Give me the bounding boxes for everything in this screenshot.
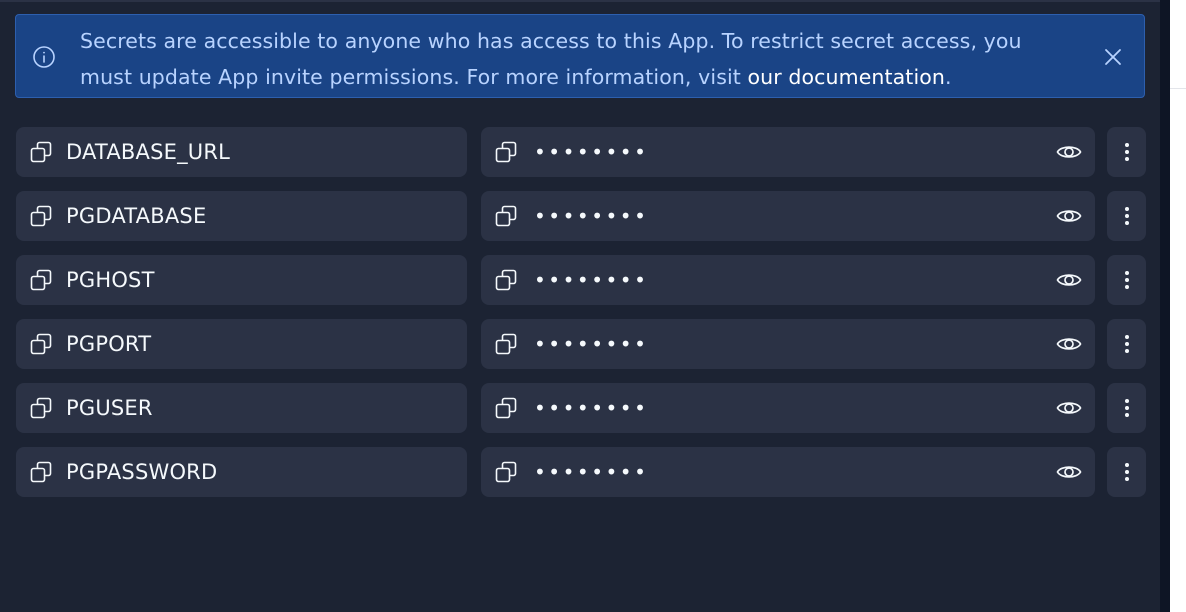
secret-row-pgpassword: PGPASSWORD •••••••• [0,447,1160,497]
copy-icon[interactable] [29,396,53,420]
kebab-menu-icon [1125,143,1129,161]
info-icon [33,46,55,68]
secret-key-field[interactable]: PGPORT [16,319,467,369]
eye-icon[interactable] [1056,332,1082,356]
secret-masked-value: •••••••• [534,268,649,292]
copy-icon[interactable] [29,204,53,228]
secret-masked-value: •••••••• [534,140,649,164]
copy-icon[interactable] [494,140,518,164]
kebab-menu-icon [1125,271,1129,289]
eye-icon[interactable] [1056,396,1082,420]
secret-row-pguser: PGUSER •••••••• [0,383,1160,433]
secret-menu-button[interactable] [1107,447,1146,497]
secret-value-field[interactable]: •••••••• [481,383,1095,433]
panel-edge [1160,0,1170,612]
kebab-menu-icon [1125,463,1129,481]
secret-value-field[interactable]: •••••••• [481,127,1095,177]
secret-row-database-url: DATABASE_URL •••••••• [0,127,1160,177]
copy-icon[interactable] [29,268,53,292]
secret-menu-button[interactable] [1107,255,1146,305]
copy-icon[interactable] [29,332,53,356]
copy-icon[interactable] [29,140,53,164]
secret-key-label: PGPORT [66,332,152,356]
documentation-link[interactable]: our documentation [748,65,945,89]
eye-icon[interactable] [1056,204,1082,228]
secret-key-field[interactable]: PGHOST [16,255,467,305]
close-icon[interactable] [1101,45,1125,69]
secret-masked-value: •••••••• [534,332,649,356]
copy-icon[interactable] [494,396,518,420]
secret-key-label: PGUSER [66,396,153,420]
secret-masked-value: •••••••• [534,460,649,484]
info-banner: Secrets are accessible to anyone who has… [15,14,1145,98]
top-divider [0,0,1160,2]
secret-key-field[interactable]: PGUSER [16,383,467,433]
secret-value-field[interactable]: •••••••• [481,447,1095,497]
adjacent-pane-divider [1170,88,1186,89]
copy-icon[interactable] [494,204,518,228]
secret-menu-button[interactable] [1107,383,1146,433]
secret-value-field[interactable]: •••••••• [481,319,1095,369]
secret-key-label: DATABASE_URL [66,140,231,164]
secret-value-field[interactable]: •••••••• [481,255,1095,305]
secret-key-field[interactable]: DATABASE_URL [16,127,467,177]
kebab-menu-icon [1125,399,1129,417]
copy-icon[interactable] [494,268,518,292]
secret-menu-button[interactable] [1107,319,1146,369]
secret-row-pghost: PGHOST •••••••• [0,255,1160,305]
kebab-menu-icon [1125,207,1129,225]
secret-key-label: PGDATABASE [66,204,207,228]
adjacent-pane [1170,0,1186,612]
secret-key-field[interactable]: PGPASSWORD [16,447,467,497]
secret-menu-button[interactable] [1107,191,1146,241]
kebab-menu-icon [1125,335,1129,353]
copy-icon[interactable] [494,332,518,356]
secret-value-field[interactable]: •••••••• [481,191,1095,241]
banner-text-end: . [944,65,952,89]
secret-masked-value: •••••••• [534,396,649,420]
secret-menu-button[interactable] [1107,127,1146,177]
eye-icon[interactable] [1056,460,1082,484]
secret-key-label: PGPASSWORD [66,460,218,484]
secrets-panel: Secrets are accessible to anyone who has… [0,0,1160,612]
secret-row-pgdatabase: PGDATABASE •••••••• [0,191,1160,241]
eye-icon[interactable] [1056,268,1082,292]
copy-icon[interactable] [494,460,518,484]
copy-icon[interactable] [29,460,53,484]
secret-masked-value: •••••••• [534,204,649,228]
secret-key-field[interactable]: PGDATABASE [16,191,467,241]
secret-key-label: PGHOST [66,268,155,292]
secret-row-pgport: PGPORT •••••••• [0,319,1160,369]
banner-message: Secrets are accessible to anyone who has… [80,23,1080,95]
eye-icon[interactable] [1056,140,1082,164]
